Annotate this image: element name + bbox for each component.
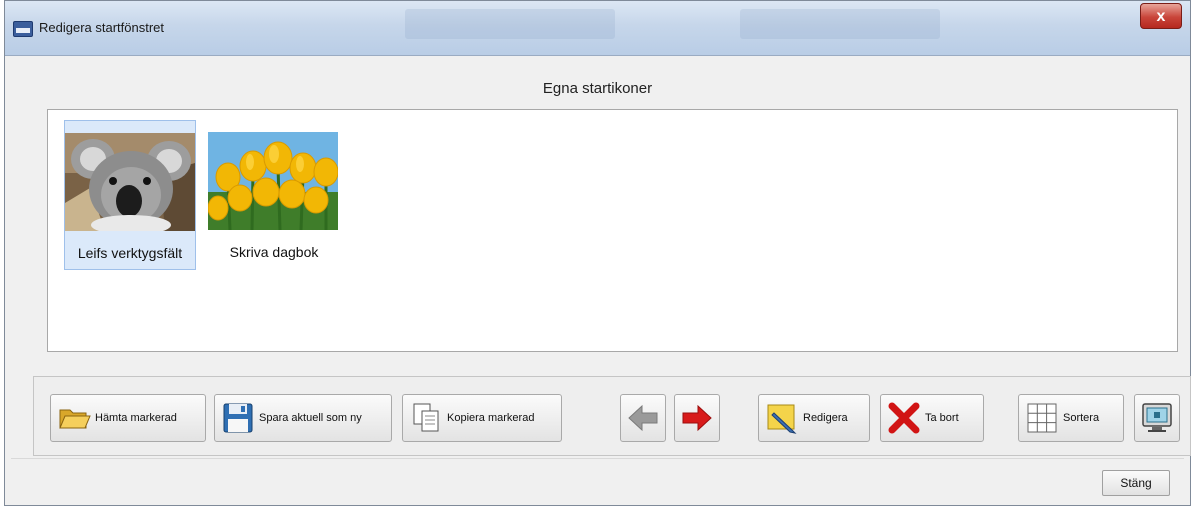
- window-title: Redigera startfönstret: [39, 20, 165, 35]
- copy-selected-label: Kopiera markerad: [447, 412, 535, 424]
- save-as-new-button[interactable]: Spara aktuell som ny: [214, 394, 392, 442]
- tile-label: Leifs verktygsfält: [77, 245, 183, 261]
- separator: [11, 458, 1184, 459]
- start-icon-list[interactable]: Leifs verktygsfält Skriva dagbok: [47, 109, 1178, 352]
- koala-image: [65, 133, 195, 231]
- copy-selected-button[interactable]: Kopiera markerad: [402, 394, 562, 442]
- grid-sort-icon: [1025, 401, 1059, 435]
- save-as-new-label: Spara aktuell som ny: [259, 412, 362, 424]
- open-folder-icon: [57, 401, 91, 435]
- app-icon: [13, 21, 33, 37]
- edit-note-icon: [765, 401, 799, 435]
- move-left-button[interactable]: [620, 394, 666, 442]
- tulips-image: [208, 132, 338, 230]
- start-icon-tile[interactable]: Skriva dagbok: [208, 120, 340, 270]
- monitor-icon: [1140, 401, 1174, 435]
- start-icon-tile[interactable]: Leifs verktygsfält: [64, 120, 196, 270]
- arrow-left-icon: [626, 401, 660, 435]
- delete-button[interactable]: Ta bort: [880, 394, 984, 442]
- edit-label: Redigera: [803, 412, 848, 424]
- sort-label: Sortera: [1063, 412, 1100, 424]
- fetch-selected-label: Hämta markerad: [95, 412, 177, 424]
- dialog-body: Egna startikoner Leifs verktygsfält Skri…: [11, 56, 1191, 499]
- fetch-selected-button[interactable]: Hämta markerad: [50, 394, 206, 442]
- floppy-disk-icon: [221, 401, 255, 435]
- title-bar[interactable]: Redigera startfönstret x: [5, 1, 1190, 56]
- action-toolbar: Hämta markerad Spara aktuell som ny Kopi…: [33, 376, 1191, 456]
- move-right-button[interactable]: [674, 394, 720, 442]
- background-blur: [405, 9, 615, 39]
- dialog-window: Redigera startfönstret x Egna startikone…: [4, 0, 1191, 506]
- close-dialog-button[interactable]: Stäng: [1102, 470, 1170, 496]
- edit-button[interactable]: Redigera: [758, 394, 870, 442]
- delete-label: Ta bort: [925, 412, 959, 424]
- screen-view-button[interactable]: [1134, 394, 1180, 442]
- background-blur: [740, 9, 940, 39]
- tile-label: Skriva dagbok: [229, 244, 319, 260]
- delete-x-icon: [887, 401, 921, 435]
- window-close-button[interactable]: x: [1140, 3, 1182, 29]
- panel-heading: Egna startikoner: [542, 80, 653, 97]
- arrow-right-icon: [680, 401, 714, 435]
- sort-button[interactable]: Sortera: [1018, 394, 1124, 442]
- copy-pages-icon: [409, 401, 443, 435]
